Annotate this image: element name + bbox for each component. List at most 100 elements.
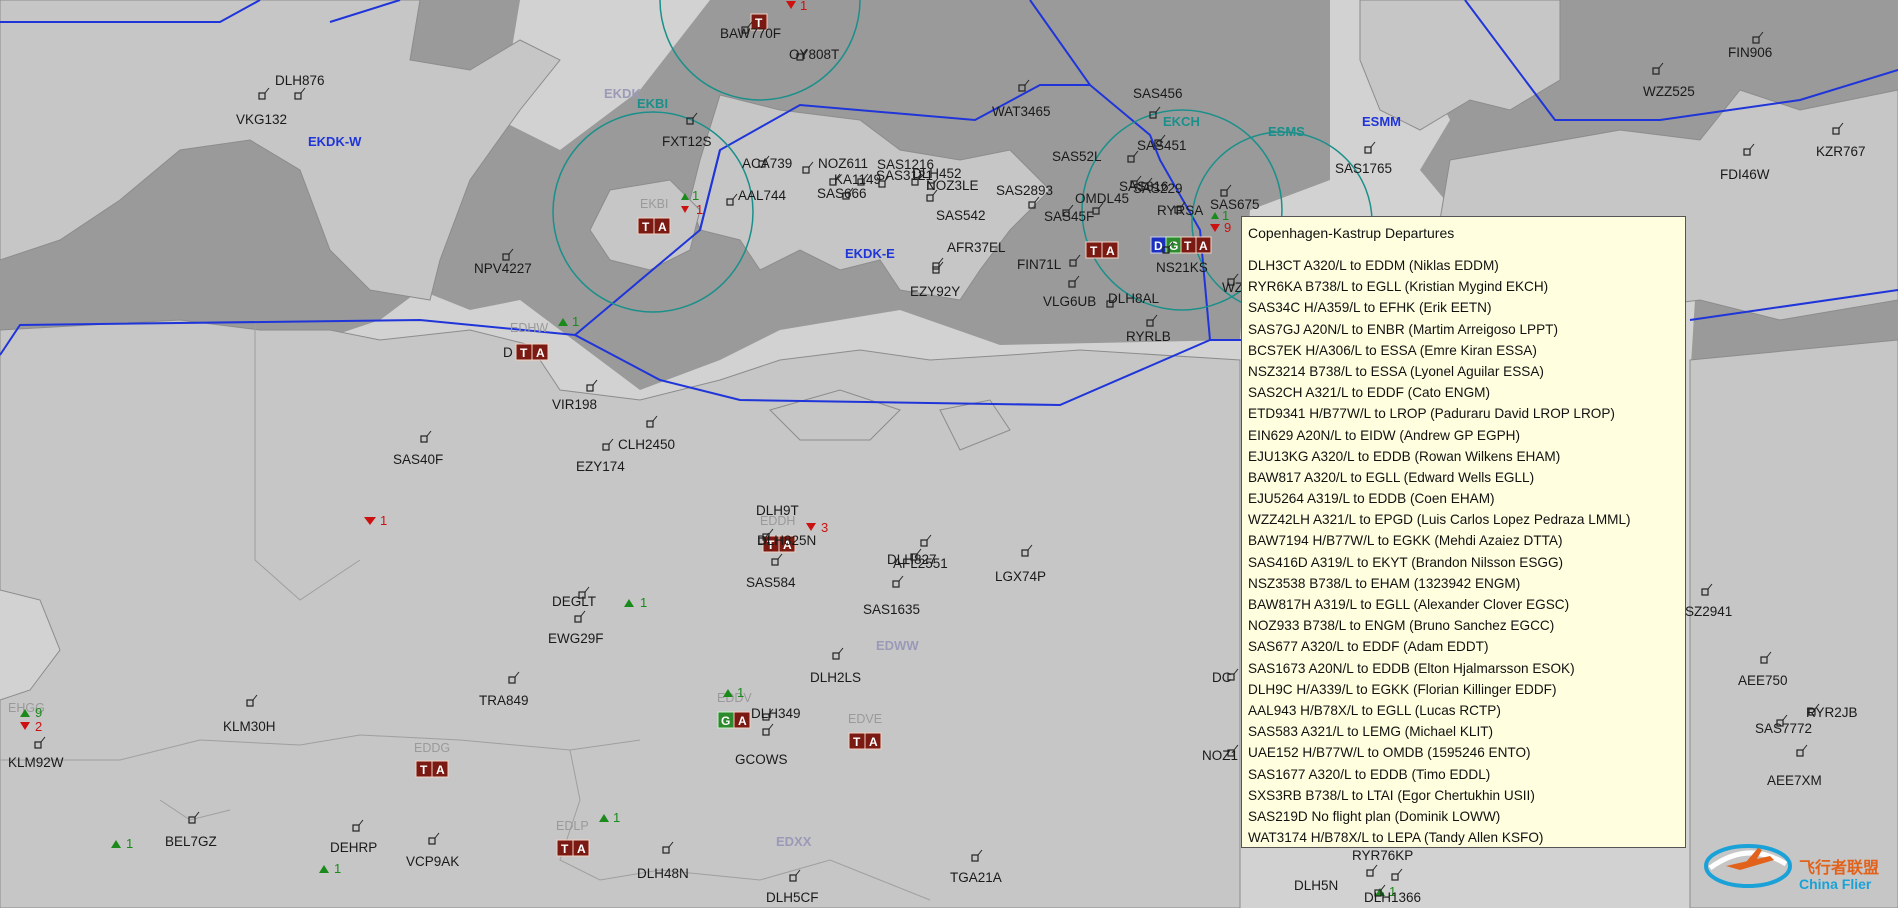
aircraft-callsign: RYRSA: [1157, 203, 1203, 218]
aircraft-callsign: VCP9AK: [406, 854, 459, 869]
atc-box-ekbi[interactable]: T A: [637, 217, 671, 235]
aircraft-target[interactable]: RYRSA: [1157, 201, 1203, 218]
aircraft-callsign: SAS45F: [1044, 209, 1094, 224]
departure-row[interactable]: NOZ933 B738/L to ENGM (Bruno Sanchez EGC…: [1248, 615, 1631, 636]
aircraft-callsign: DEGLT: [552, 594, 596, 609]
atc-box-eddv[interactable]: G A: [717, 711, 751, 729]
aircraft-target[interactable]: DLH5N: [1294, 864, 1378, 893]
svg-text:1: 1: [126, 836, 133, 851]
svg-text:D: D: [1154, 239, 1163, 253]
aircraft-target[interactable]: KA1149: [829, 172, 881, 187]
aircraft-callsign: AEE750: [1738, 673, 1788, 688]
aircraft-callsign: SAS666: [817, 186, 867, 201]
sector-label-ekdk-e: EKDK-E: [845, 246, 895, 261]
aircraft-callsign: DEHRP: [330, 840, 377, 855]
departure-row[interactable]: WAT3174 H/B78X/L to LEPA (Tandy Allen KS…: [1248, 827, 1631, 848]
aircraft-callsign: DLH876: [275, 73, 325, 88]
departure-row[interactable]: SAS1673 A20N/L to EDDB (Elton Hjalmarsso…: [1248, 658, 1631, 679]
aircraft-symbol: [1391, 873, 1399, 881]
svg-text:A: A: [1106, 244, 1115, 258]
svg-text:2: 2: [35, 719, 42, 734]
departure-row[interactable]: SAS583 A321/L to LEMG (Michael KLIT): [1248, 721, 1631, 742]
departures-panel[interactable]: Copenhagen-Kastrup Departures DLH3CT A32…: [1241, 216, 1686, 848]
aircraft-target[interactable]: SAS229: [1133, 177, 1183, 196]
aircraft-target[interactable]: ACA739: [742, 155, 792, 171]
departure-row[interactable]: EIN629 A20N/L to EIDW (Andrew GP EGPH): [1248, 425, 1631, 446]
departure-row[interactable]: SXS3RB B738/L to LTAI (Egor Chertukhin U…: [1248, 785, 1631, 806]
departure-row[interactable]: ETD9341 H/B77W/L to LROP (Paduraru David…: [1248, 403, 1631, 424]
aircraft-callsign: DLH5N: [1294, 878, 1338, 893]
aircraft-target[interactable]: SAS451: [1137, 134, 1187, 153]
aircraft-callsign: NPV4227: [474, 261, 532, 276]
aircraft-callsign: RYR2JB: [1806, 705, 1858, 720]
aircraft-target[interactable]: DLH8AL: [1106, 291, 1160, 308]
departure-row[interactable]: BAW817 A320/L to EGLL (Edward Wells EGLL…: [1248, 467, 1631, 488]
aircraft-callsign: SAS1635: [863, 602, 920, 617]
aircraft-callsign: SAS675: [1210, 197, 1260, 212]
departure-row[interactable]: SAS1677 A320/L to EDDB (Timo EDDL): [1248, 764, 1631, 785]
svg-text:D: D: [503, 345, 513, 360]
departure-row[interactable]: SAS2CH A321/L to EDDF (Cato ENGM): [1248, 382, 1631, 403]
aircraft-target[interactable]: SAS1765: [1335, 141, 1392, 176]
departure-row[interactable]: SAS34C H/A359/L to EFHK (Erik EETN): [1248, 297, 1631, 318]
aircraft-target[interactable]: RYR2JB: [1806, 703, 1858, 720]
aircraft-callsign: DLH1366: [1364, 890, 1421, 905]
aircraft-callsign: EWG29F: [548, 631, 604, 646]
departure-row[interactable]: SAS7GJ A20N/L to ENBR (Martim Arreigoso …: [1248, 319, 1631, 340]
departure-row[interactable]: SAS219D No flight plan (Dominik LOWW): [1248, 806, 1631, 827]
aircraft-callsign: SAS52L: [1052, 149, 1102, 164]
aircraft-callsign: KZR767: [1816, 144, 1866, 159]
departure-row[interactable]: BCS7EK H/A306/L to ESSA (Emre Kiran ESSA…: [1248, 340, 1631, 361]
aircraft-callsign: NS21KS: [1156, 260, 1208, 275]
svg-text:1: 1: [692, 188, 699, 203]
sector-label-edxx: EDXX: [776, 834, 812, 849]
aircraft-callsign: SAS7772: [1755, 721, 1812, 736]
aircraft-callsign: AEE7XM: [1767, 773, 1822, 788]
svg-text:T: T: [420, 763, 428, 777]
departure-row[interactable]: DLH3CT A320/L to EDDM (Niklas EDDM): [1248, 255, 1631, 276]
departures-panel-title: Copenhagen-Kastrup Departures: [1248, 225, 1455, 241]
departure-row[interactable]: BAW817H A319/L to EGLL (Alexander Clover…: [1248, 594, 1631, 615]
aircraft-target[interactable]: NOZ1: [1202, 744, 1239, 763]
airport-label-edve: EDVE: [848, 712, 882, 726]
aircraft-callsign: ACA739: [742, 156, 792, 171]
svg-text:T: T: [1184, 239, 1192, 253]
aircraft-callsign: SAS451: [1137, 138, 1187, 153]
departure-row[interactable]: AAL943 H/B78X/L to EGLL (Lucas RCTP): [1248, 700, 1631, 721]
aircraft-target[interactable]: RYR76KP: [1352, 848, 1413, 881]
departure-row[interactable]: UAE152 H/B77W/L to OMDB (1595246 ENTO): [1248, 742, 1631, 763]
aircraft-target[interactable]: DLH349: [751, 706, 801, 721]
sector-label-ekdk: EKDK: [604, 86, 641, 101]
aircraft-callsign: AFL2551: [893, 556, 948, 571]
atc-box-eddg[interactable]: T A: [415, 760, 449, 778]
aircraft-target[interactable]: SAS666: [817, 186, 867, 201]
aircraft-callsign: DLH5CF: [766, 890, 819, 905]
svg-text:9: 9: [35, 705, 42, 720]
departure-row[interactable]: SAS677 A320/L to EDDF (Adam EDDT): [1248, 636, 1631, 657]
aircraft-target[interactable]: DLH825N: [757, 532, 816, 548]
svg-text:1: 1: [800, 0, 807, 13]
sector-label-ekdk-w: EKDK-W: [308, 134, 362, 149]
departure-row[interactable]: NSZ3538 B738/L to EHAM (1323942 ENGM): [1248, 573, 1631, 594]
sector-label-edww: EDWW: [876, 638, 919, 653]
atc-box-edhw[interactable]: D T A: [503, 343, 549, 361]
departure-row[interactable]: WZZ42LH A321/L to EPGD (Luis Carlos Lope…: [1248, 509, 1631, 530]
atc-box-edlp[interactable]: T A: [556, 839, 590, 857]
aircraft-callsign: FIN71L: [1017, 257, 1062, 272]
aircraft-target[interactable]: NOZ3LE: [926, 177, 979, 193]
departure-row[interactable]: RYR6KA B738/L to EGLL (Kristian Mygind E…: [1248, 276, 1631, 297]
aircraft-callsign: FXT12S: [662, 134, 712, 149]
departure-row[interactable]: DLH9C H/A339/L to EGKK (Florian Killinge…: [1248, 679, 1631, 700]
aircraft-callsign: GCOWS: [735, 752, 788, 767]
svg-text:3: 3: [821, 520, 828, 535]
departure-row[interactable]: BAW7194 H/B77W/L to EGKK (Mehdi Azaiez D…: [1248, 530, 1631, 551]
departure-row[interactable]: EJU13KG A320/L to EDDB (Rowan Wilkens EH…: [1248, 446, 1631, 467]
aircraft-callsign: DLH2LS: [810, 670, 861, 685]
aircraft-callsign: EZY92Y: [910, 284, 960, 299]
departure-row[interactable]: SAS416D A319/L to EKYT (Brandon Nilsson …: [1248, 552, 1631, 573]
departure-row[interactable]: NSZ3214 B738/L to ESSA (Lyonel Aguilar E…: [1248, 361, 1631, 382]
airport-ring-label-esms: ESMS: [1268, 124, 1305, 139]
atc-box-edve[interactable]: T A: [848, 732, 882, 750]
aircraft-target[interactable]: OY808T: [789, 47, 839, 62]
departure-row[interactable]: EJU5264 A319/L to EDDB (Coen EHAM): [1248, 488, 1631, 509]
